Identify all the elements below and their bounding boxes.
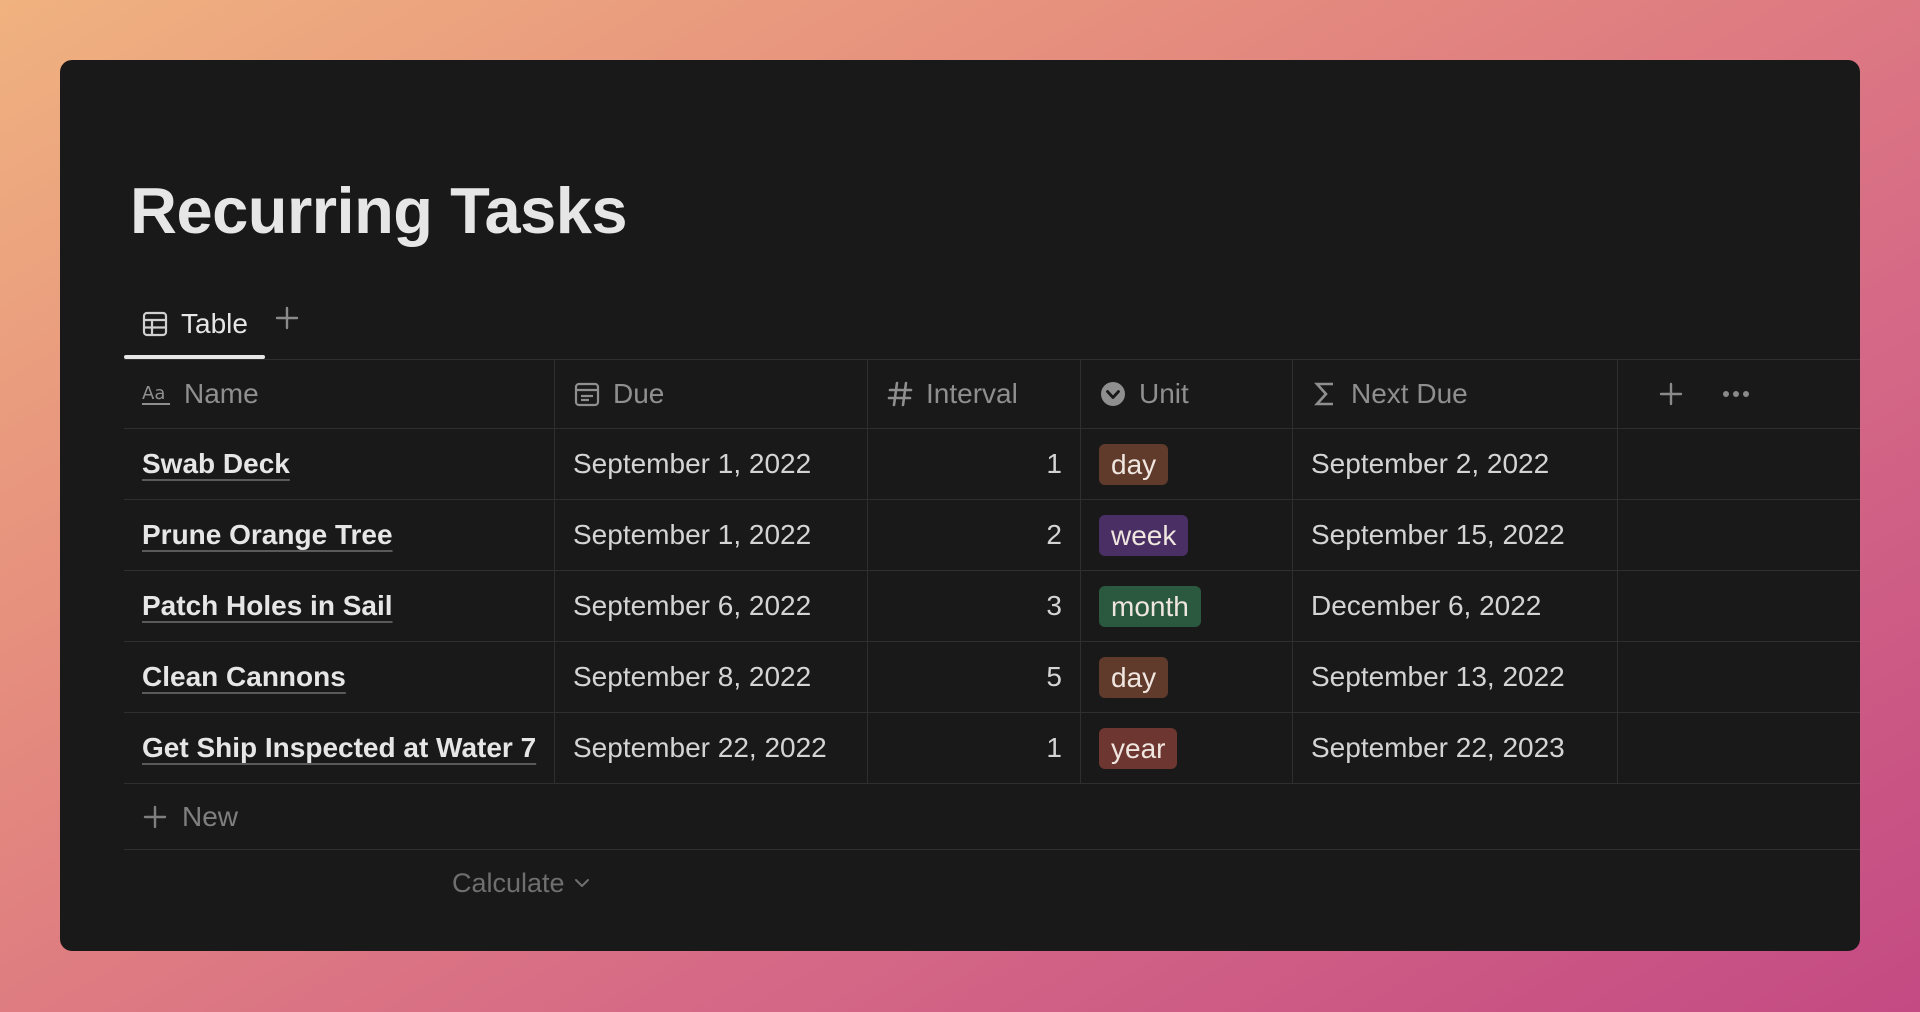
cell-interval[interactable]: 5	[868, 642, 1081, 712]
notion-database-window: Recurring Tasks Table Aa Name Due Interv…	[60, 60, 1860, 951]
column-header-name[interactable]: Aa Name	[124, 360, 555, 428]
column-header-interval[interactable]: Interval	[868, 360, 1081, 428]
calculate-button[interactable]: Calculate	[452, 868, 591, 899]
task-name-link[interactable]: Clean Cannons	[142, 661, 346, 693]
cell-empty	[1618, 642, 1860, 712]
table-header: Aa Name Due Interval Unit Next Due	[124, 359, 1860, 429]
add-view-button[interactable]	[265, 289, 309, 347]
table-row[interactable]: Get Ship Inspected at Water 7 September …	[124, 713, 1860, 784]
unit-tag: day	[1099, 656, 1169, 698]
task-name-link[interactable]: Swab Deck	[142, 448, 290, 480]
cell-name[interactable]: Clean Cannons	[124, 642, 555, 712]
table-row[interactable]: Patch Holes in Sail September 6, 2022 3 …	[124, 571, 1860, 642]
unit-tag: week	[1099, 514, 1189, 556]
cell-empty	[1618, 500, 1860, 570]
cell-next-due: September 2, 2022	[1293, 429, 1618, 499]
cell-interval[interactable]: 1	[868, 429, 1081, 499]
column-header-label: Unit	[1139, 378, 1189, 409]
header-actions	[1618, 360, 1860, 428]
cell-next-due: September 13, 2022	[1293, 642, 1618, 712]
calculate-row: Calculate	[124, 850, 1860, 916]
cell-interval[interactable]: 2	[868, 500, 1081, 570]
new-row-label: New	[182, 800, 239, 832]
cell-interval[interactable]: 3	[868, 571, 1081, 641]
unit-tag: day	[1099, 443, 1169, 485]
cell-due[interactable]: September 1, 2022	[555, 500, 868, 570]
cell-due[interactable]: September 1, 2022	[555, 429, 868, 499]
chevron-down-icon	[573, 874, 591, 892]
page-title: Recurring Tasks	[130, 174, 628, 247]
tab-table-view[interactable]: Table	[124, 289, 265, 359]
plus-icon	[142, 804, 168, 830]
view-tabs: Table	[124, 289, 309, 359]
cell-name[interactable]: Get Ship Inspected at Water 7	[124, 713, 555, 783]
cell-name[interactable]: Swab Deck	[124, 429, 555, 499]
cell-due[interactable]: September 6, 2022	[555, 571, 868, 641]
number-icon	[886, 380, 914, 408]
column-header-label: Name	[184, 378, 259, 409]
column-header-next-due[interactable]: Next Due	[1293, 360, 1618, 428]
unit-tag: year	[1099, 727, 1178, 769]
cell-unit[interactable]: day	[1081, 642, 1293, 712]
cell-next-due: September 15, 2022	[1293, 500, 1618, 570]
task-name-link[interactable]: Prune Orange Tree	[142, 519, 393, 551]
select-icon	[1099, 380, 1127, 408]
new-row-button[interactable]: New	[124, 784, 1860, 850]
task-name-link[interactable]: Patch Holes in Sail	[142, 590, 393, 622]
column-header-label: Next Due	[1351, 378, 1468, 409]
cell-empty	[1618, 713, 1860, 783]
table-row[interactable]: Swab Deck September 1, 2022 1 day Septem…	[124, 429, 1860, 500]
column-header-unit[interactable]: Unit	[1081, 360, 1293, 428]
column-header-label: Interval	[926, 378, 1018, 409]
cell-interval[interactable]: 1	[868, 713, 1081, 783]
cell-unit[interactable]: week	[1081, 500, 1293, 570]
calendar-icon	[573, 380, 601, 408]
cell-name[interactable]: Patch Holes in Sail	[124, 571, 555, 641]
unit-tag: month	[1099, 585, 1201, 627]
cell-unit[interactable]: month	[1081, 571, 1293, 641]
task-name-link[interactable]: Get Ship Inspected at Water 7	[142, 732, 536, 764]
column-header-due[interactable]: Due	[555, 360, 868, 428]
cell-empty	[1618, 429, 1860, 499]
calculate-label: Calculate	[452, 867, 565, 898]
table-row[interactable]: Clean Cannons September 8, 2022 5 day Se…	[124, 642, 1860, 713]
svg-text:Aa: Aa	[142, 383, 165, 404]
cell-empty	[1618, 571, 1860, 641]
add-property-button[interactable]	[1658, 381, 1684, 407]
plus-icon	[274, 305, 300, 331]
cell-due[interactable]: September 22, 2022	[555, 713, 868, 783]
tab-label: Table	[181, 308, 248, 339]
formula-icon	[1311, 380, 1339, 408]
cell-unit[interactable]: day	[1081, 429, 1293, 499]
table-row[interactable]: Prune Orange Tree September 1, 2022 2 we…	[124, 500, 1860, 571]
table-icon	[141, 310, 169, 338]
cell-due[interactable]: September 8, 2022	[555, 642, 868, 712]
cell-unit[interactable]: year	[1081, 713, 1293, 783]
cell-next-due: December 6, 2022	[1293, 571, 1618, 641]
cell-name[interactable]: Prune Orange Tree	[124, 500, 555, 570]
database-table: Aa Name Due Interval Unit Next Due Swab …	[124, 359, 1860, 916]
more-options-icon[interactable]	[1722, 389, 1750, 399]
column-header-label: Due	[613, 378, 665, 409]
text-property-icon: Aa	[142, 381, 172, 407]
cell-next-due: September 22, 2023	[1293, 713, 1618, 783]
